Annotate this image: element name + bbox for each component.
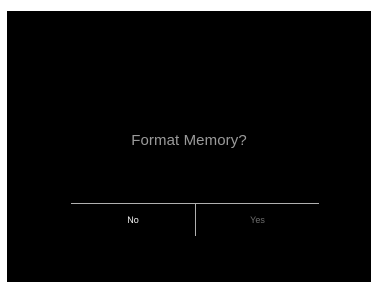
dialog-title: Format Memory? xyxy=(131,132,247,149)
no-button[interactable]: No xyxy=(71,205,195,235)
yes-button[interactable]: Yes xyxy=(196,205,319,235)
camera-screen: Format Memory? No Yes xyxy=(7,11,371,282)
